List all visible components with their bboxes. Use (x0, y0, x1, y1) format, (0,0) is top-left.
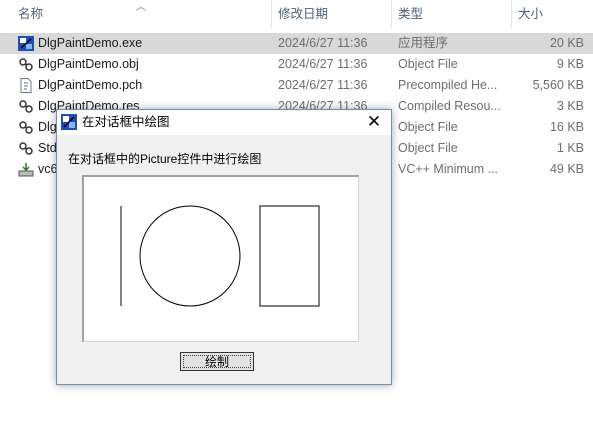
column-header: ︿ 名称 修改日期 类型 大小 (0, 0, 593, 28)
file-name: Dlg (38, 120, 57, 134)
file-name: Std (38, 141, 57, 155)
column-divider[interactable] (391, 0, 392, 28)
file-type: Object File (398, 57, 458, 71)
file-name: vc6 (38, 162, 58, 176)
dialog-title: 在对话框中绘图 (82, 115, 170, 129)
file-size: 49 KB (549, 162, 584, 176)
file-type: Object File (398, 120, 458, 134)
column-type-header[interactable]: 类型 (398, 0, 423, 28)
drawn-circle (139, 205, 241, 307)
file-size: 20 KB (549, 36, 584, 50)
idb-file-icon (18, 162, 34, 177)
exe-app-icon (18, 36, 34, 51)
column-divider[interactable] (511, 0, 512, 28)
picture-control (82, 175, 359, 342)
res-file-icon (18, 99, 34, 114)
file-date: 2024/6/27 11:36 (278, 57, 368, 71)
paint-dialog: 在对话框中绘图 ✕ 在对话框中的Picture控件中进行绘图 绘制 (56, 109, 392, 385)
file-type: Object File (398, 141, 458, 155)
draw-button-label: 绘制 (183, 355, 251, 369)
file-name: DlgPaintDemo.pch (38, 78, 143, 92)
file-date: 2024/6/27 11:36 (278, 78, 368, 92)
dialog-titlebar[interactable]: 在对话框中绘图 ✕ (57, 110, 391, 135)
file-row[interactable]: DlgPaintDemo.obj 2024/6/27 11:36 Object Fi… (0, 54, 593, 75)
pch-file-icon (18, 78, 34, 93)
file-name: DlgPaintDemo.exe (38, 36, 143, 50)
file-row[interactable]: DlgPaintDemo.exe 2024/6/27 11:36 应用程序 20 KB (0, 33, 593, 54)
file-size: 3 KB (556, 99, 584, 113)
obj-file-icon (18, 120, 34, 135)
sort-up-icon: ︿ (136, 2, 146, 13)
file-size: 16 KB (549, 120, 584, 134)
file-type: Compiled Resou... (398, 99, 501, 113)
file-row[interactable]: DlgPaintDemo.pch 2024/6/27 11:36 Precompil… (0, 75, 593, 96)
column-date-header[interactable]: 修改日期 (278, 0, 328, 28)
close-icon[interactable]: ✕ (357, 110, 391, 135)
file-type: VC++ Minimum ... (398, 162, 499, 176)
file-size: 9 KB (556, 57, 584, 71)
drawn-rectangle (259, 205, 320, 307)
column-name-header[interactable]: 名称 (18, 0, 43, 28)
file-size: 1 KB (556, 141, 584, 155)
draw-button[interactable]: 绘制 (180, 352, 254, 371)
drawing-canvas (120, 205, 320, 307)
file-date: 2024/6/27 11:36 (278, 36, 368, 50)
column-size-header[interactable]: 大小 (518, 0, 543, 28)
obj-file-icon (18, 141, 34, 156)
file-size: 5,560 KB (532, 78, 584, 92)
file-name: DlgPaintDemo.obj (38, 57, 139, 71)
dialog-static-label: 在对话框中的Picture控件中进行绘图 (68, 152, 262, 166)
obj-file-icon (18, 57, 34, 72)
app-icon (61, 114, 77, 130)
file-type: 应用程序 (398, 36, 449, 50)
column-divider[interactable] (271, 0, 272, 28)
file-type: Precompiled He... (398, 78, 498, 92)
